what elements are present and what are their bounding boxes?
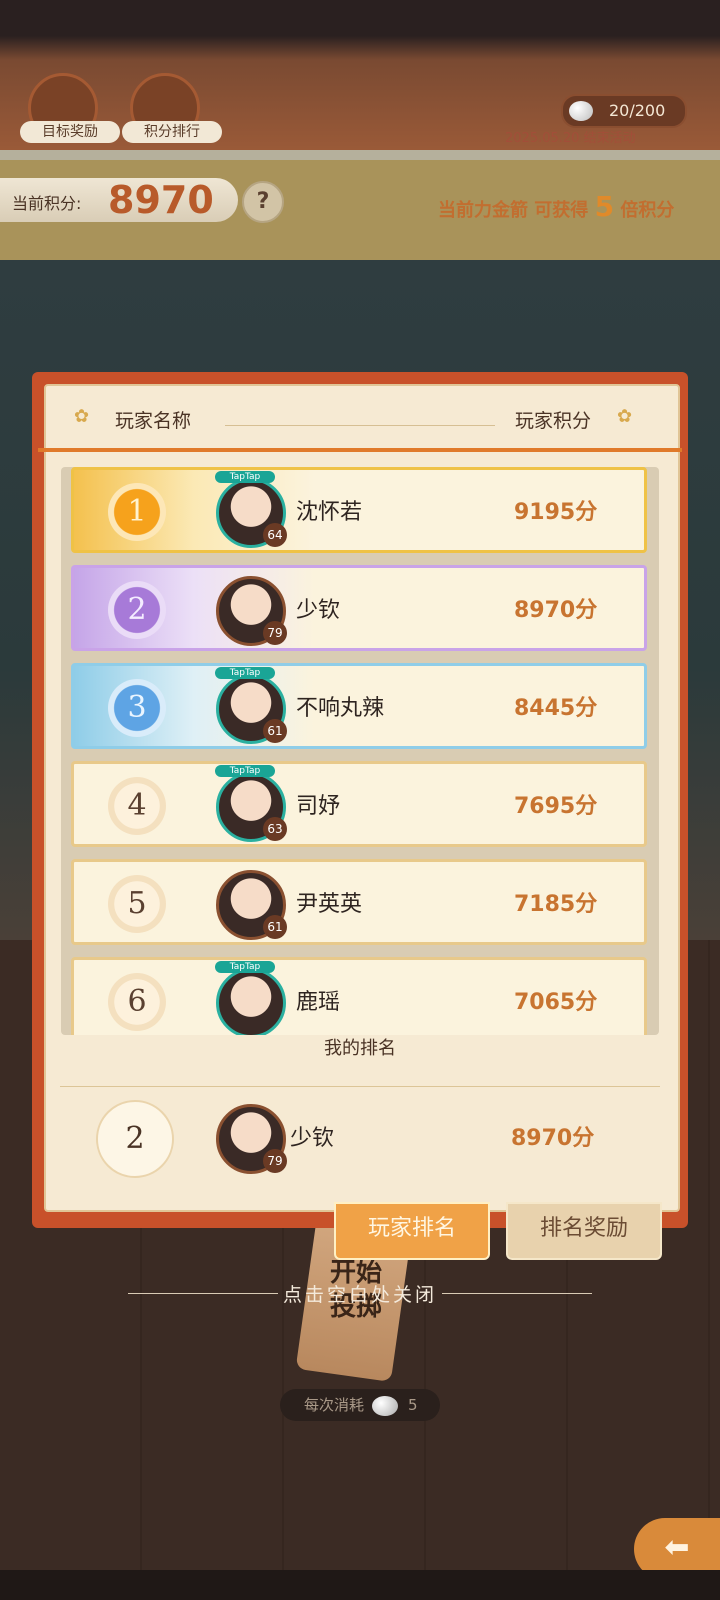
pearl-counter: 20/200 [561,94,687,128]
avatar[interactable]: 79 [216,576,287,646]
current-score-value: 8970 [108,178,214,222]
rank-badge: 2 [108,581,166,639]
ranking-row: 5 61 尹英英 7185分 [71,859,647,945]
avatar[interactable]: TapTap 61 [215,667,287,744]
player-name: 少钦 [296,598,341,623]
cost-label: 每次消耗 [304,1396,365,1414]
player-score: 8970分 [514,598,598,623]
rank-badge: 4 [108,777,166,835]
rank-badge: 6 [108,973,166,1031]
taptap-tag: TapTap [215,471,275,483]
flower-icon: ✿ [617,406,633,427]
rank-badge: 1 [108,483,166,541]
header-orange-line [38,448,682,452]
multiplier-value: 5 [594,190,615,223]
cost-pill: 每次消耗 5 [280,1389,440,1421]
level-badge: 63 [263,817,287,841]
ranking-list[interactable]: 1 TapTap 64 沈怀若 9195分 2 79 少钦 8970分 3 Ta… [61,467,659,1035]
help-icon[interactable]: ? [242,181,284,223]
multiplier-text: 当前力金箭 可获得 5 倍积分 [438,190,674,223]
multiplier-suffix: 倍积分 [620,200,675,221]
level-badge: 64 [263,523,287,547]
level-badge: 79 [263,621,287,645]
event-time-text: 2025.05.20 结束活动 [505,131,636,146]
my-avatar[interactable]: 79 [216,1104,287,1174]
ranking-row: 1 TapTap 64 沈怀若 9195分 [71,467,647,553]
pearl-icon [372,1396,398,1416]
close-hint: 点击空白处关闭 [282,1284,437,1306]
player-score: 8445分 [514,696,598,721]
taptap-tag: TapTap [215,765,275,777]
tab-ranking-rewards[interactable]: 排名奖励 [506,1202,662,1260]
level-badge: 61 [263,719,287,743]
rank-badge: 5 [108,875,166,933]
avatar[interactable]: TapTap 63 [215,765,287,842]
column-player-score: 玩家积分 [515,410,592,432]
back-arrow-icon: ⬅ [664,1530,690,1565]
my-rank-badge: 2 [96,1100,174,1178]
header-divider [225,425,495,426]
tab-player-ranking[interactable]: 玩家排名 [334,1202,490,1260]
target-reward-label: 目标奖励 [20,121,120,143]
taptap-tag: TapTap [215,667,275,679]
rank-badge: 3 [108,679,166,737]
my-ranking-row: 2 79 少钦 8970分 [56,1092,664,1192]
multiplier-prefix: 当前力金箭 可获得 [438,200,589,221]
player-name: 鹿瑶 [296,990,341,1015]
avatar[interactable]: 61 [216,870,287,940]
taptap-tag: TapTap [215,961,275,973]
player-name: 司妤 [296,794,341,819]
player-score: 7065分 [514,990,598,1015]
ranking-row: 3 TapTap 61 不响丸辣 8445分 [71,663,647,749]
my-ranking-divider [60,1086,660,1087]
avatar[interactable]: TapTap [215,961,286,1035]
my-player-score: 8970分 [511,1126,595,1151]
ranking-row: 4 TapTap 63 司妤 7695分 [71,761,647,847]
my-player-name: 少钦 [290,1126,335,1151]
player-name: 不响丸辣 [296,696,385,721]
player-score: 9195分 [514,500,598,525]
current-score-label: 当前积分: [12,194,82,213]
pearl-icon [569,101,593,121]
counter-value: 20/200 [609,101,666,120]
ranking-label: 积分排行 [122,121,222,143]
flower-icon: ✿ [74,406,90,427]
bottom-bar [0,1570,720,1600]
player-name: 尹英英 [296,892,363,917]
player-name: 沈怀若 [296,500,363,525]
level-badge: 79 [263,1149,287,1173]
level-badge: 61 [263,915,287,939]
player-score: 7695分 [514,794,598,819]
player-score: 7185分 [514,892,598,917]
cost-value: 5 [408,1396,418,1414]
column-player-name: 玩家名称 [115,410,192,432]
my-ranking-title: 我的排名 [324,1038,396,1059]
avatar[interactable]: TapTap 64 [215,471,287,548]
ranking-row: 6 TapTap 鹿瑶 7065分 [71,957,647,1035]
ranking-row: 2 79 少钦 8970分 [71,565,647,651]
